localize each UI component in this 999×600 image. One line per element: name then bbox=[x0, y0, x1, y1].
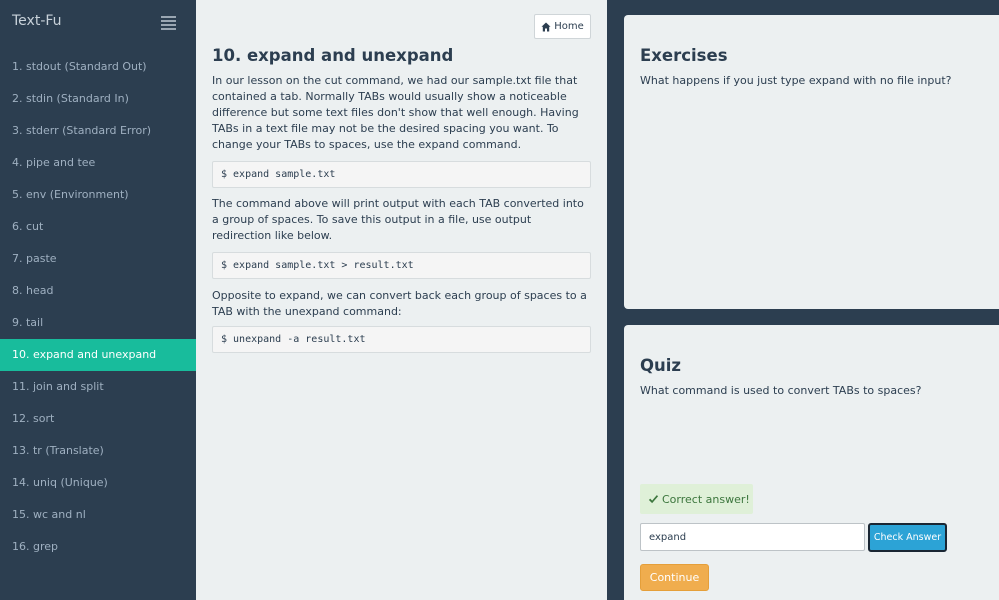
code-block-expand-redirect: $ expand sample.txt > result.txt bbox=[212, 252, 591, 279]
home-button[interactable]: Home bbox=[534, 14, 591, 39]
lesson-title: 10. expand and unexpand bbox=[212, 46, 454, 65]
sidebar-item-env[interactable]: 5. env (Environment) bbox=[0, 179, 196, 211]
lesson-paragraph-3: Opposite to expand, we can convert back … bbox=[212, 289, 587, 318]
sidebar-item-wc-and-nl[interactable]: 15. wc and nl bbox=[0, 499, 196, 531]
quiz-title: Quiz bbox=[640, 356, 682, 375]
sidebar-item-tail[interactable]: 9. tail bbox=[0, 307, 196, 339]
code-block-expand: $ expand sample.txt bbox=[212, 161, 591, 188]
code-block-unexpand: $ unexpand -a result.txt bbox=[212, 326, 591, 353]
sidebar-item-pipe-and-tee[interactable]: 4. pipe and tee bbox=[0, 147, 196, 179]
continue-button[interactable]: Continue bbox=[640, 564, 709, 591]
home-icon bbox=[541, 22, 551, 31]
sidebar-item-grep[interactable]: 16. grep bbox=[0, 531, 196, 563]
sidebar-nav: 1. stdout (Standard Out) 2. stdin (Stand… bbox=[0, 51, 196, 563]
home-button-label: Home bbox=[554, 21, 584, 32]
sidebar-item-head[interactable]: 8. head bbox=[0, 275, 196, 307]
sidebar-item-stdout[interactable]: 1. stdout (Standard Out) bbox=[0, 51, 196, 83]
hamburger-icon[interactable] bbox=[161, 16, 176, 30]
lesson-panel: Home 10. expand and unexpand In our less… bbox=[196, 0, 607, 600]
brand-title[interactable]: Text-Fu bbox=[12, 13, 62, 29]
check-answer-button[interactable]: Check Answer bbox=[868, 523, 947, 552]
exercises-panel: Exercises What happens if you just type … bbox=[624, 15, 999, 309]
sidebar-item-join-and-split[interactable]: 11. join and split bbox=[0, 371, 196, 403]
exercises-title: Exercises bbox=[640, 46, 728, 65]
sidebar-item-uniq[interactable]: 14. uniq (Unique) bbox=[0, 467, 196, 499]
sidebar-item-stdin[interactable]: 2. stdin (Standard In) bbox=[0, 83, 196, 115]
answer-input[interactable] bbox=[640, 523, 865, 551]
sidebar-item-sort[interactable]: 12. sort bbox=[0, 403, 196, 435]
sidebar: Text-Fu 1. stdout (Standard Out) 2. stdi… bbox=[0, 0, 196, 600]
quiz-panel: Quiz What command is used to convert TAB… bbox=[624, 325, 999, 600]
exercises-question: What happens if you just type expand wit… bbox=[640, 74, 952, 87]
panel-divider bbox=[607, 0, 624, 600]
sidebar-item-expand-and-unexpand[interactable]: 10. expand and unexpand bbox=[0, 339, 196, 371]
lesson-paragraph-1: In our lesson on the cut command, we had… bbox=[212, 74, 579, 151]
check-icon bbox=[648, 494, 659, 503]
sidebar-item-stderr[interactable]: 3. stderr (Standard Error) bbox=[0, 115, 196, 147]
quiz-question: What command is used to convert TABs to … bbox=[640, 384, 922, 397]
alert-text: Correct answer! bbox=[662, 492, 750, 506]
lesson-paragraph-2: The command above will print output with… bbox=[212, 197, 584, 242]
correct-answer-alert: Correct answer! bbox=[640, 484, 753, 514]
sidebar-item-tr[interactable]: 13. tr (Translate) bbox=[0, 435, 196, 467]
sidebar-item-paste[interactable]: 7. paste bbox=[0, 243, 196, 275]
sidebar-item-cut[interactable]: 6. cut bbox=[0, 211, 196, 243]
